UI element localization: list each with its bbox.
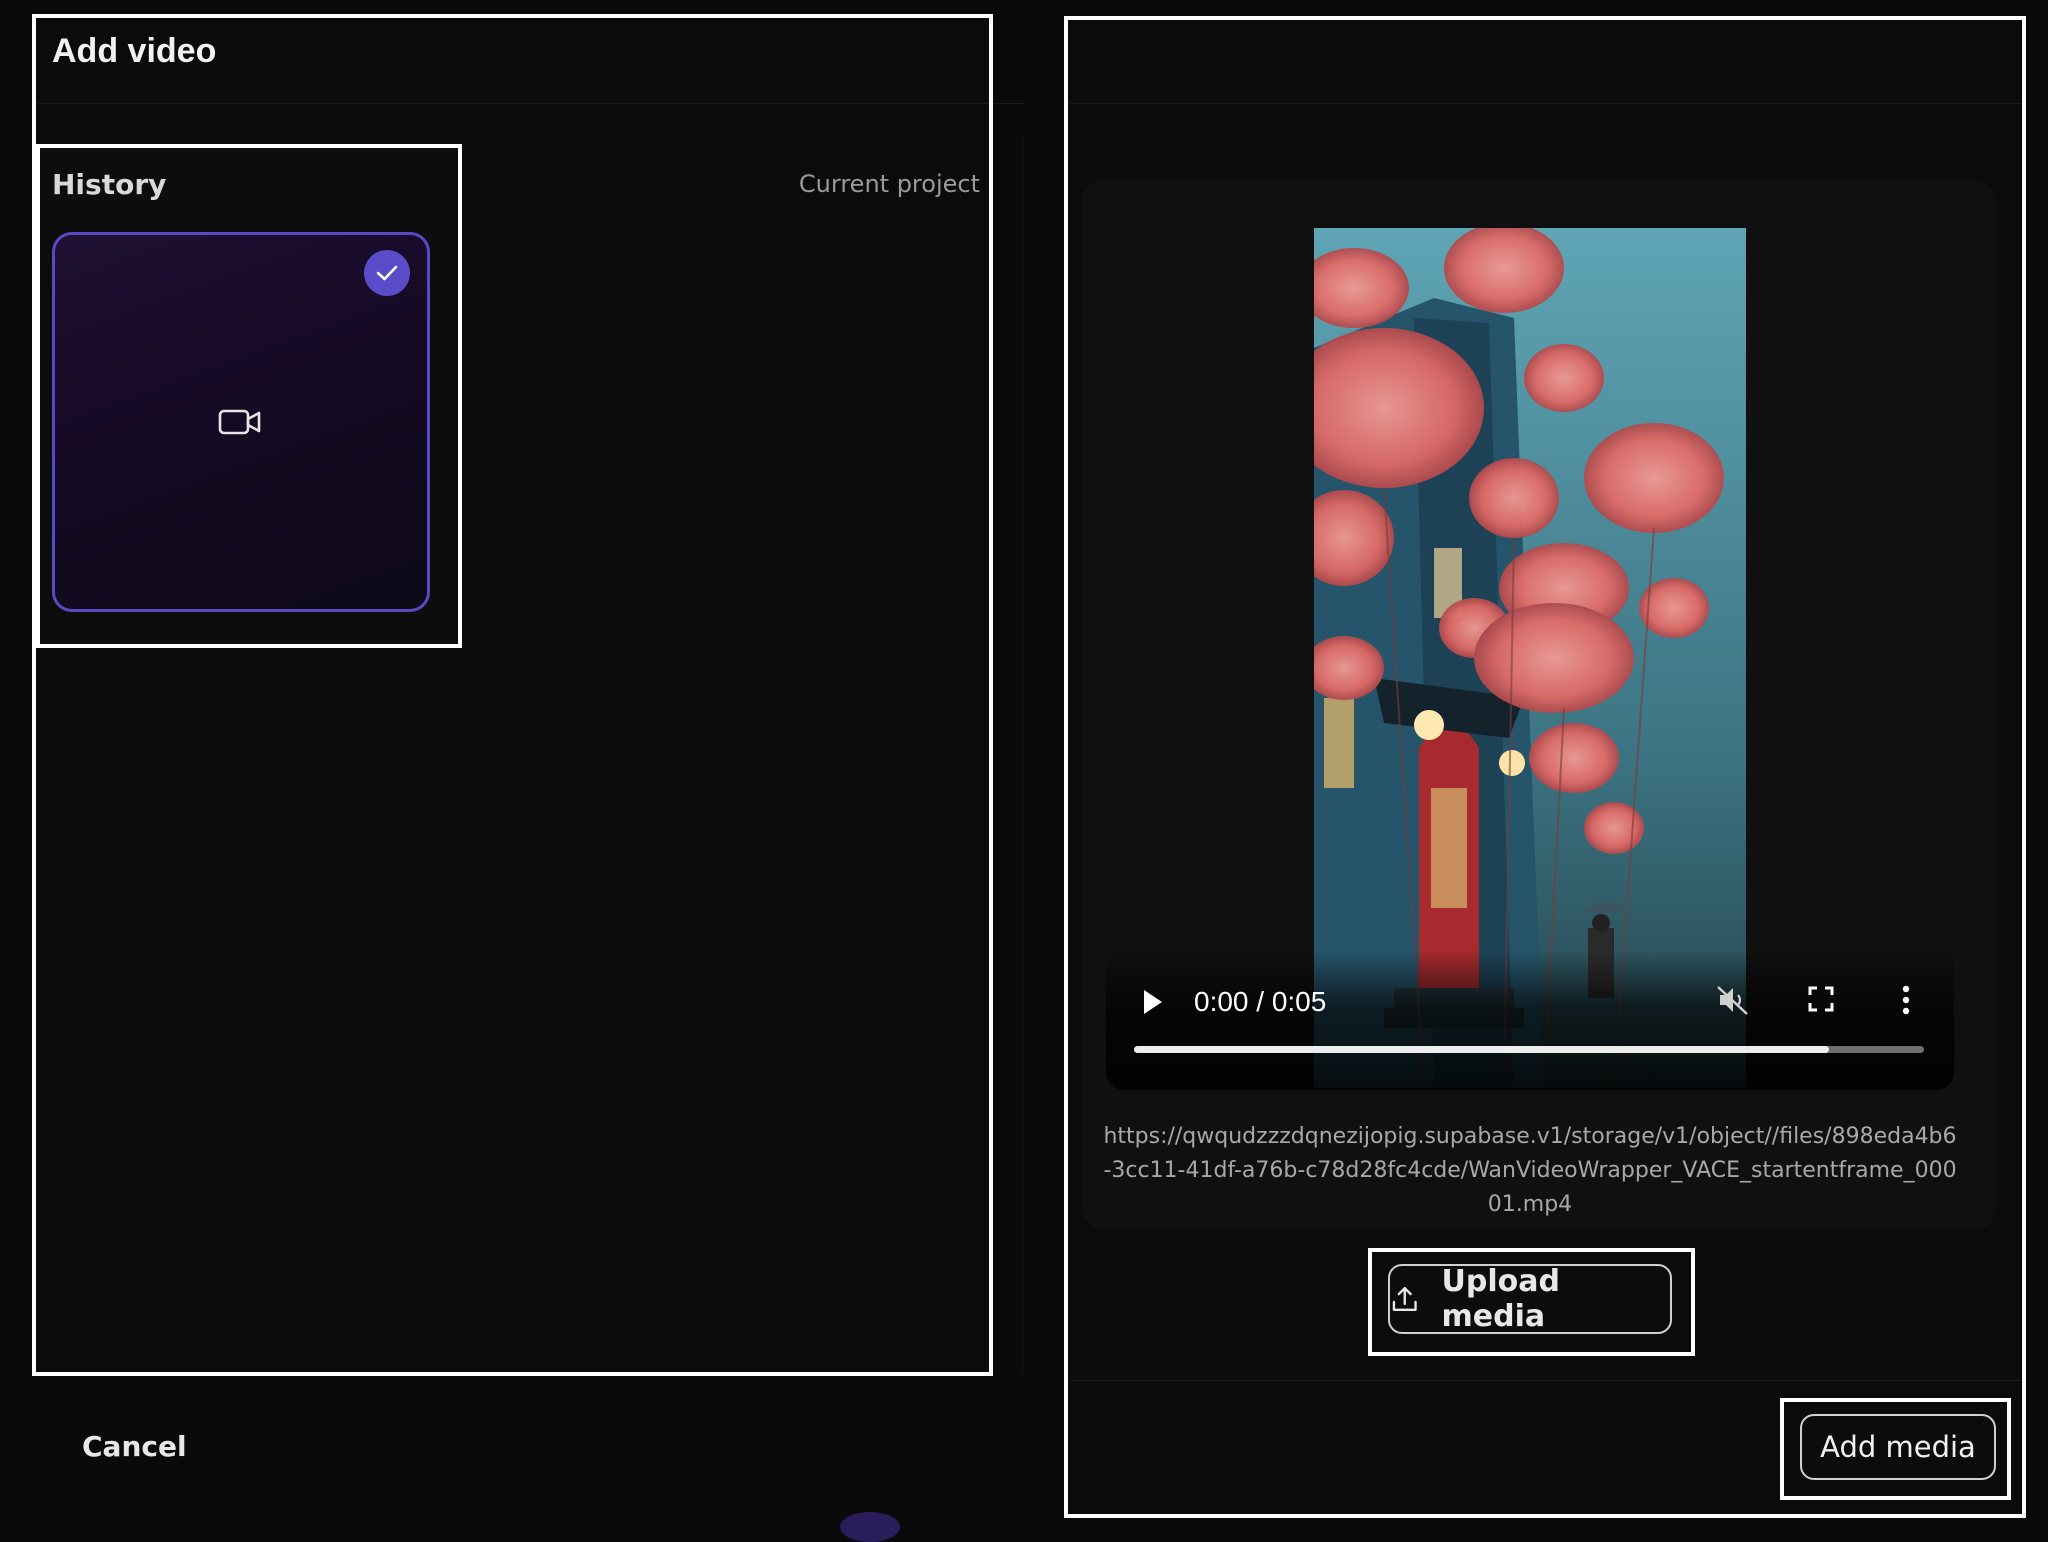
- cancel-button[interactable]: Cancel: [82, 1430, 187, 1463]
- preview-highlight: [1064, 16, 2026, 1518]
- panel-divider: [1022, 135, 1023, 1375]
- history-highlight: [36, 144, 462, 648]
- background-element: [840, 1512, 900, 1542]
